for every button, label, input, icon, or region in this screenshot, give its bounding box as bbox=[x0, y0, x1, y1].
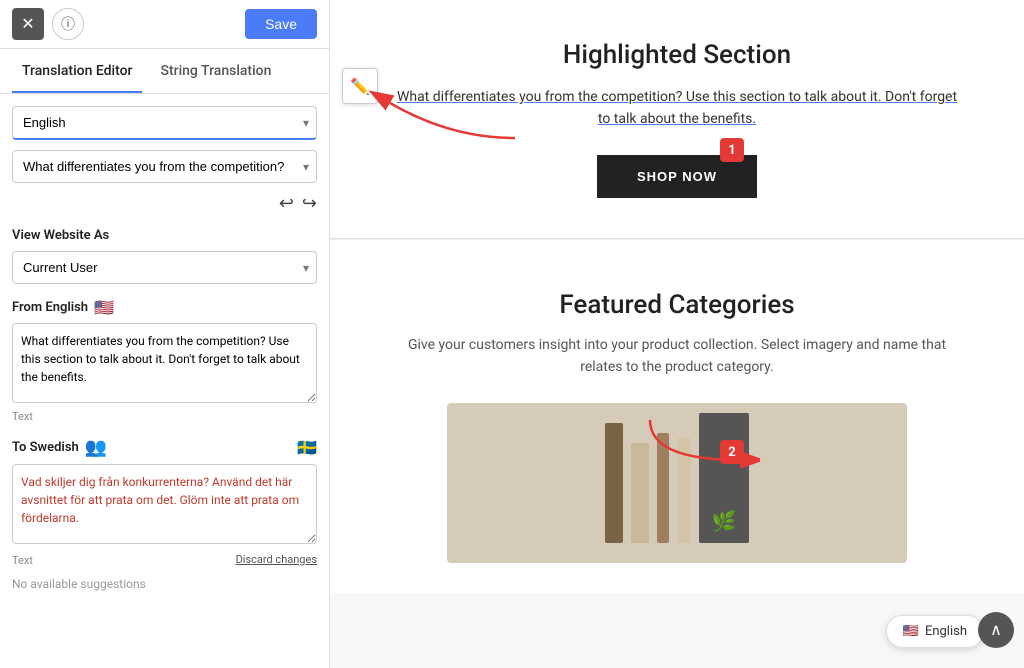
no-suggestions-text: No available suggestions bbox=[12, 577, 317, 591]
info-button[interactable]: ⓘ bbox=[52, 8, 84, 40]
us-flag: 🇺🇸 bbox=[94, 298, 114, 317]
language-select-wrap: English Swedish French German ▾ bbox=[12, 106, 317, 140]
undo-redo-bar: ↩ ↪ bbox=[12, 193, 317, 214]
to-header: To Swedish 👥 🇸🇪 bbox=[12, 437, 317, 458]
highlighted-section: ✏️ Highlighted Section What differentiat… bbox=[330, 0, 1024, 239]
from-text: From English bbox=[12, 300, 88, 315]
save-button[interactable]: Save bbox=[245, 9, 317, 39]
highlighted-desc: What differentiates you from the competi… bbox=[390, 86, 964, 131]
annotation-2: 2 bbox=[720, 440, 744, 464]
right-panel: ✏️ Highlighted Section What differentiat… bbox=[330, 0, 1024, 668]
scroll-up-button[interactable]: ∧ bbox=[978, 612, 1014, 648]
highlighted-title: Highlighted Section bbox=[390, 40, 964, 70]
featured-image: 🌿 bbox=[447, 403, 906, 563]
image-items-container: 🌿 bbox=[447, 403, 906, 563]
redo-button[interactable]: ↪ bbox=[302, 193, 317, 214]
undo-button[interactable]: ↩ bbox=[279, 193, 294, 214]
view-website-label: View Website As bbox=[12, 228, 317, 243]
edit-pencil-box[interactable]: ✏️ bbox=[342, 68, 378, 104]
badge-flag: 🇺🇸 bbox=[903, 624, 919, 639]
from-textarea[interactable] bbox=[12, 323, 317, 403]
from-label: From English 🇺🇸 bbox=[12, 298, 114, 317]
string-select[interactable]: What differentiates you from the competi… bbox=[12, 150, 317, 183]
language-select[interactable]: English Swedish French German bbox=[12, 106, 317, 140]
to-textarea[interactable] bbox=[12, 464, 317, 544]
from-field-type: Text bbox=[12, 410, 317, 423]
image-item-1 bbox=[605, 423, 623, 543]
to-text: To Swedish bbox=[12, 440, 79, 455]
badge-label: English bbox=[925, 624, 967, 639]
image-item-2 bbox=[631, 443, 649, 543]
tabs: Translation Editor String Translation bbox=[0, 49, 329, 94]
annotation-1: 1 bbox=[720, 138, 744, 162]
panel-content: English Swedish French German ▾ What dif… bbox=[0, 94, 329, 668]
tab-string-translation[interactable]: String Translation bbox=[150, 49, 281, 93]
image-item-4 bbox=[677, 438, 691, 543]
to-label: To Swedish 👥 bbox=[12, 437, 107, 458]
from-section: From English 🇺🇸 Text bbox=[12, 298, 317, 423]
featured-section: Featured Categories Give your customers … bbox=[330, 240, 1024, 593]
discard-changes-link[interactable]: Discard changes bbox=[236, 553, 317, 566]
close-button[interactable]: ✕ bbox=[12, 8, 44, 40]
language-badge[interactable]: 🇺🇸 English bbox=[886, 615, 984, 648]
leaf-icon: 🌿 bbox=[712, 509, 737, 533]
top-bar: ✕ ⓘ Save bbox=[0, 0, 329, 49]
image-item-3 bbox=[657, 433, 669, 543]
add-users-icon[interactable]: 👥 bbox=[85, 437, 107, 458]
left-panel: ✕ ⓘ Save Translation Editor String Trans… bbox=[0, 0, 330, 668]
featured-title: Featured Categories bbox=[390, 290, 964, 320]
featured-desc: Give your customers insight into your pr… bbox=[390, 334, 964, 379]
from-header: From English 🇺🇸 bbox=[12, 298, 317, 317]
view-website-select[interactable]: Current User Guest Admin bbox=[12, 251, 317, 284]
to-field-type: Text bbox=[12, 554, 33, 567]
string-select-wrap: What differentiates you from the competi… bbox=[12, 150, 317, 183]
to-section: To Swedish 👥 🇸🇪 Text Discard changes bbox=[12, 437, 317, 567]
tab-translation-editor[interactable]: Translation Editor bbox=[12, 49, 142, 93]
view-website-select-wrap: Current User Guest Admin ▾ bbox=[12, 251, 317, 284]
swedish-flag: 🇸🇪 bbox=[297, 438, 317, 457]
